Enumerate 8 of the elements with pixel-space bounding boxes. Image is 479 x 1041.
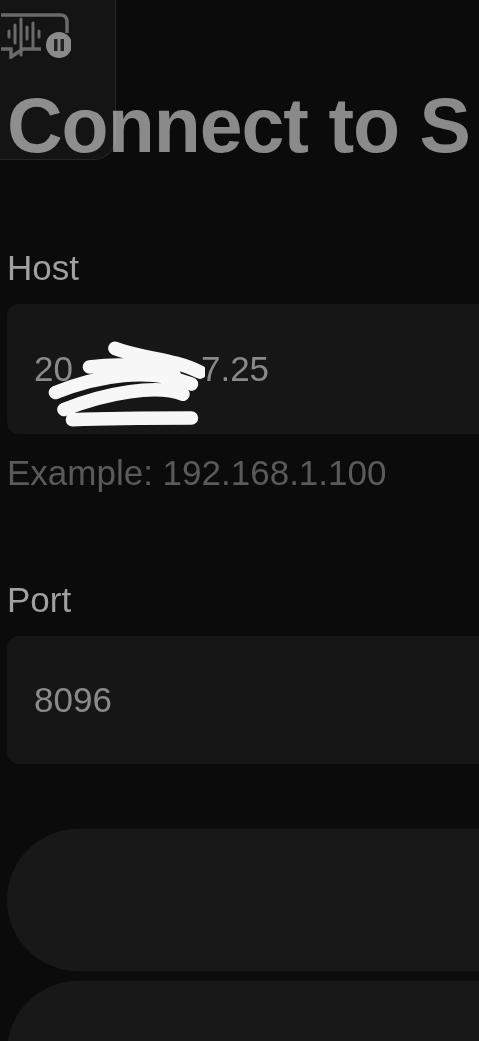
host-field[interactable]: 20 7.25 bbox=[7, 304, 479, 434]
host-value: 7.25 bbox=[200, 347, 270, 390]
field-label: Port bbox=[7, 580, 72, 620]
host-hint: Example: 192.168.1.100 bbox=[7, 452, 387, 494]
page-title: Connect to S bbox=[7, 81, 470, 170]
field-label: Host bbox=[7, 248, 79, 288]
host-value: 20 bbox=[34, 347, 73, 390]
port-field[interactable]: 8096 bbox=[7, 636, 479, 764]
